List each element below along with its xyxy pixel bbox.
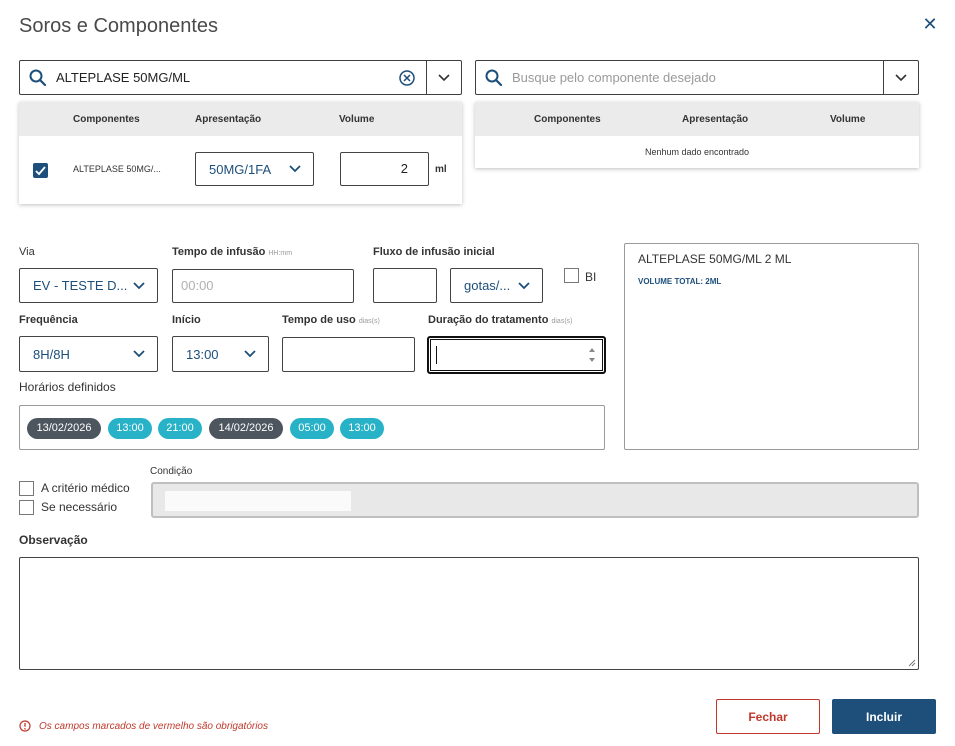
horarios-label: Horários definidos xyxy=(19,380,116,394)
table-header: Componentes Apresentação Volume xyxy=(475,102,919,136)
via-value: EV - TESTE D... xyxy=(33,278,128,293)
header-apresentacao: Apresentação xyxy=(682,114,749,125)
header-componentes: Componentes xyxy=(73,114,140,125)
available-components-table: Componentes Apresentação Volume Nenhum d… xyxy=(475,102,919,168)
criterio-medico-checkbox[interactable] xyxy=(19,481,34,496)
summary-total: VOLUME TOTAL: 2ML xyxy=(638,277,722,286)
fluxo-unit-value: gotas/... xyxy=(464,278,511,293)
close-icon[interactable]: ✕ xyxy=(920,14,940,34)
schedule-time-chip: 13:00 xyxy=(108,418,152,439)
fluxo-unit-select[interactable]: gotas/... xyxy=(450,268,543,303)
fluxo-label: Fluxo de infusão inicial xyxy=(373,246,495,258)
fluxo-input[interactable] xyxy=(373,268,437,303)
schedule-time-chip: 13:00 xyxy=(340,418,384,439)
component-search-input[interactable]: ALTEPLASE 50MG/ML xyxy=(48,70,398,85)
bi-checkbox[interactable] xyxy=(564,268,579,283)
bi-label: BI xyxy=(585,270,597,284)
header-apresentacao: Apresentação xyxy=(195,114,262,125)
inicio-value: 13:00 xyxy=(186,346,219,362)
table-row: ALTEPLASE 50MG/... 50MG/1FA 2 ml xyxy=(19,136,462,204)
schedule-time-chip: 21:00 xyxy=(158,418,202,439)
summary-panel: ALTEPLASE 50MG/ML 2 ML VOLUME TOTAL: 2ML xyxy=(624,243,919,450)
search-icon xyxy=(485,69,503,86)
se-necessario-label: Se necessário xyxy=(41,500,118,514)
chevron-down-icon xyxy=(518,281,530,289)
chevron-down-icon xyxy=(289,165,301,173)
condicao-placeholder-bar xyxy=(165,491,351,511)
check-icon xyxy=(35,166,46,176)
inicio-select[interactable]: 13:00 xyxy=(172,336,269,372)
dialog-title: Soros e Componentes xyxy=(19,15,219,37)
fechar-button[interactable]: Fechar xyxy=(716,699,820,734)
observacao-textarea[interactable] xyxy=(19,557,919,670)
selected-components-table: Componentes Apresentação Volume ALTEPLAS… xyxy=(19,102,462,204)
component-name: ALTEPLASE 50MG/... xyxy=(73,164,161,174)
duracao-input[interactable] xyxy=(427,336,606,374)
clear-search-icon[interactable] xyxy=(398,69,416,87)
header-volume: Volume xyxy=(830,114,866,125)
component-search-combo[interactable]: ALTEPLASE 50MG/ML xyxy=(19,60,462,95)
required-fields-note: Os campos marcados de vermelho são obrig… xyxy=(19,720,268,732)
component-search-placeholder[interactable]: Busque pelo componente desejado xyxy=(504,70,883,85)
search-icon xyxy=(29,69,47,86)
frequencia-label: Frequência xyxy=(19,314,78,326)
number-spinner-icon[interactable] xyxy=(588,347,596,363)
component-search-combo-secondary[interactable]: Busque pelo componente desejado xyxy=(475,60,919,95)
tempo-infusao-label: Tempo de infusão HH:mm xyxy=(172,246,293,258)
info-icon xyxy=(19,720,31,732)
criterio-medico-label: A critério médico xyxy=(41,481,130,495)
tempo-uso-label: Tempo de uso dias(s) xyxy=(282,314,380,326)
volume-unit: ml xyxy=(435,164,447,175)
header-volume: Volume xyxy=(339,114,375,125)
chevron-down-icon xyxy=(244,350,256,358)
se-necessario-checkbox[interactable] xyxy=(19,500,34,515)
chevron-down-icon xyxy=(133,350,145,358)
summary-line: ALTEPLASE 50MG/ML 2 ML xyxy=(638,252,792,266)
frequencia-select[interactable]: 8H/8H xyxy=(19,336,158,372)
schedule-date-chip: 13/02/2026 xyxy=(27,418,101,439)
presentation-select[interactable]: 50MG/1FA xyxy=(195,152,314,186)
inicio-label: Início xyxy=(172,314,201,326)
text-cursor xyxy=(436,346,437,364)
condicao-field[interactable] xyxy=(151,482,919,518)
header-componentes: Componentes xyxy=(534,114,601,125)
volume-input[interactable]: 2 xyxy=(340,152,429,186)
incluir-button[interactable]: Incluir xyxy=(832,699,936,734)
chevron-down-icon[interactable] xyxy=(427,73,461,82)
presentation-value: 50MG/1FA xyxy=(209,161,272,177)
via-label: Via xyxy=(19,246,35,258)
schedule-time-chip: 05:00 xyxy=(290,418,334,439)
chevron-down-icon[interactable] xyxy=(884,73,918,82)
required-note-text: Os campos marcados de vermelho são obrig… xyxy=(39,720,268,732)
frequencia-value: 8H/8H xyxy=(33,346,70,362)
chevron-down-icon xyxy=(133,281,145,289)
resize-handle-icon[interactable] xyxy=(908,659,916,667)
row-checkbox[interactable] xyxy=(33,163,48,178)
duracao-label: Duração do tratamento dias(s) xyxy=(428,314,573,326)
tempo-uso-input[interactable] xyxy=(282,337,415,372)
empty-message: Nenhum dado encontrado xyxy=(644,147,750,157)
table-header: Componentes Apresentação Volume xyxy=(19,102,462,136)
via-select[interactable]: EV - TESTE D... xyxy=(19,268,158,303)
condicao-label: Condição xyxy=(150,466,193,477)
tempo-infusao-input[interactable]: 00:00 xyxy=(172,269,354,303)
observacao-label: Observação xyxy=(19,533,88,547)
schedule-date-chip: 14/02/2026 xyxy=(209,418,283,439)
